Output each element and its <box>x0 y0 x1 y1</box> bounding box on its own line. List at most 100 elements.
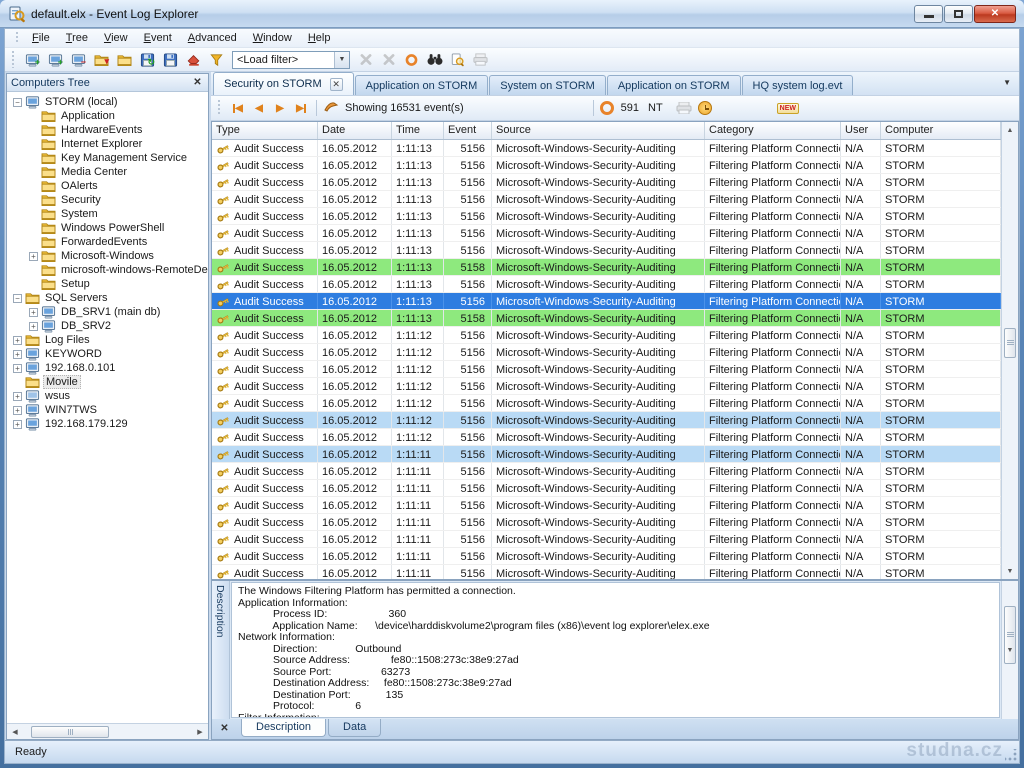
tree-item-forwardedevents[interactable]: ForwardedEvents <box>7 235 208 249</box>
column-header-computer[interactable]: Computer <box>881 122 1001 139</box>
collapse-icon[interactable]: − <box>13 98 22 107</box>
event-row[interactable]: Audit Success16.05.20121:11:135156Micros… <box>212 174 1001 191</box>
minimize-button[interactable] <box>914 5 943 23</box>
scrollbar-thumb[interactable] <box>31 726 109 738</box>
close-description-panel-button[interactable]: ✕ <box>218 722 231 735</box>
printer-icon[interactable] <box>674 98 695 118</box>
view-details-button[interactable] <box>447 50 468 70</box>
tree-item-windows-powershell[interactable]: Windows PowerShell <box>7 221 208 235</box>
description-panel-tab-description[interactable]: Description <box>241 719 326 737</box>
auto-refresh-button[interactable] <box>401 50 422 70</box>
collapse-icon[interactable]: − <box>13 294 22 303</box>
menu-item-event[interactable]: Event <box>136 30 180 46</box>
load-filter-combo[interactable]: <Load filter> ▼ <box>232 51 350 69</box>
event-row[interactable]: Audit Success16.05.20121:11:135158Micros… <box>212 310 1001 327</box>
event-row[interactable]: Audit Success16.05.20121:11:135156Micros… <box>212 293 1001 310</box>
tree-item-192-168-0-101[interactable]: +192.168.0.101 <box>7 361 208 375</box>
tree-item-keyword[interactable]: +KEYWORD <box>7 347 208 361</box>
tab-system-on-storm[interactable]: System on STORM <box>489 75 606 95</box>
scroll-down-icon[interactable]: ▼ <box>1002 563 1018 579</box>
menu-item-help[interactable]: Help <box>300 30 339 46</box>
tree-item-sql-servers[interactable]: −SQL Servers <box>7 291 208 305</box>
remove-all-filters-button[interactable] <box>378 50 399 70</box>
event-row[interactable]: Audit Success16.05.20121:11:125156Micros… <box>212 395 1001 412</box>
tree-item-wsus[interactable]: +wsus <box>7 389 208 403</box>
tree-item-setup[interactable]: Setup <box>7 277 208 291</box>
close-tree-panel-button[interactable]: ✕ <box>191 76 204 89</box>
tree-item-microsoft-windows-remotedesktop[interactable]: microsoft-windows-RemoteDesktop <box>7 263 208 277</box>
menu-item-advanced[interactable]: Advanced <box>180 30 245 46</box>
event-row[interactable]: Audit Success16.05.20121:11:115156Micros… <box>212 565 1001 579</box>
disconnect-computer-button[interactable]: − <box>68 50 89 70</box>
expand-icon[interactable]: + <box>13 420 22 429</box>
tree-horizontal-scrollbar[interactable]: ◀ ▶ <box>7 723 208 739</box>
next-event-button[interactable]: ▶ <box>271 99 289 117</box>
column-header-time[interactable]: Time <box>392 122 444 139</box>
tree-item-movile[interactable]: Movile <box>7 375 208 389</box>
tree-item-storm-local-[interactable]: −STORM (local) <box>7 95 208 109</box>
event-row[interactable]: Audit Success16.05.20121:11:115156Micros… <box>212 531 1001 548</box>
grid-vertical-scrollbar[interactable]: ▲ ▼ <box>1001 122 1018 579</box>
tree-item-log-files[interactable]: +Log Files <box>7 333 208 347</box>
event-row[interactable]: Audit Success16.05.20121:11:115156Micros… <box>212 548 1001 565</box>
tree-item-db-srv1-main-db-[interactable]: +DB_SRV1 (main db) <box>7 305 208 319</box>
nt-mode-label[interactable]: NT <box>648 102 663 114</box>
tree-item-192-168-179-129[interactable]: +192.168.179.129 <box>7 417 208 431</box>
description-vertical-scrollbar[interactable]: ▲ ▼ <box>1001 581 1018 719</box>
tab-overflow-icon[interactable]: ▼ <box>1003 78 1011 87</box>
event-row[interactable]: Audit Success16.05.20121:11:135156Micros… <box>212 191 1001 208</box>
find-button[interactable] <box>424 50 445 70</box>
last-event-button[interactable]: ▶ <box>292 99 310 117</box>
print-button[interactable] <box>470 50 491 70</box>
remove-filter-button[interactable] <box>355 50 376 70</box>
chevron-down-icon[interactable]: ▼ <box>334 52 349 68</box>
event-row[interactable]: Audit Success16.05.20121:11:135156Micros… <box>212 140 1001 157</box>
filter-button[interactable] <box>206 50 227 70</box>
expand-icon[interactable]: + <box>13 336 22 345</box>
event-row[interactable]: Audit Success16.05.20121:11:115156Micros… <box>212 463 1001 480</box>
column-header-source[interactable]: Source <box>492 122 705 139</box>
column-header-user[interactable]: User <box>841 122 881 139</box>
expand-icon[interactable]: + <box>13 364 22 373</box>
scroll-right-icon[interactable]: ▶ <box>192 724 208 739</box>
expand-icon[interactable]: + <box>13 406 22 415</box>
event-row[interactable]: Audit Success16.05.20121:11:135158Micros… <box>212 259 1001 276</box>
save-log-button[interactable] <box>160 50 181 70</box>
tree-item-application[interactable]: Application <box>7 109 208 123</box>
tree-item-key-management-service[interactable]: Key Management Service <box>7 151 208 165</box>
event-row[interactable]: Audit Success16.05.20121:11:125156Micros… <box>212 412 1001 429</box>
open-folder-button[interactable] <box>114 50 135 70</box>
event-row[interactable]: Audit Success16.05.20121:11:135156Micros… <box>212 242 1001 259</box>
tree-item-microsoft-windows[interactable]: +Microsoft-Windows <box>7 249 208 263</box>
tree-item-system[interactable]: System <box>7 207 208 221</box>
expand-icon[interactable]: + <box>29 252 38 261</box>
menu-item-tree[interactable]: Tree <box>58 30 96 46</box>
refresh-log-button[interactable]: ↻ <box>137 50 158 70</box>
expand-icon[interactable]: + <box>13 350 22 359</box>
tree-item-win7tws[interactable]: +WIN7TWS <box>7 403 208 417</box>
open-log-file-button[interactable]: ▾ <box>91 50 112 70</box>
tab-application-on-storm[interactable]: Application on STORM <box>355 75 489 95</box>
column-header-event[interactable]: Event <box>444 122 492 139</box>
event-row[interactable]: Audit Success16.05.20121:11:115156Micros… <box>212 480 1001 497</box>
resize-grip[interactable] <box>1005 749 1017 761</box>
event-row[interactable]: Audit Success16.05.20121:11:135156Micros… <box>212 276 1001 293</box>
expand-icon[interactable]: + <box>29 322 38 331</box>
event-row[interactable]: Audit Success16.05.20121:11:135156Micros… <box>212 157 1001 174</box>
title-bar[interactable]: default.elx - Event Log Explorer ✕ <box>0 0 1024 28</box>
menu-item-view[interactable]: View <box>96 30 136 46</box>
tree-item-internet-explorer[interactable]: Internet Explorer <box>7 137 208 151</box>
add-computer-button[interactable]: + <box>22 50 43 70</box>
event-row[interactable]: Audit Success16.05.20121:11:125156Micros… <box>212 327 1001 344</box>
event-row[interactable]: Audit Success16.05.20121:11:115156Micros… <box>212 446 1001 463</box>
tree-item-hardwareevents[interactable]: HardwareEvents <box>7 123 208 137</box>
event-row[interactable]: Audit Success16.05.20121:11:115156Micros… <box>212 497 1001 514</box>
expand-icon[interactable]: + <box>29 308 38 317</box>
connect-computer-button[interactable]: + <box>45 50 66 70</box>
tree-item-security[interactable]: Security <box>7 193 208 207</box>
previous-event-button[interactable]: ◀ <box>250 99 268 117</box>
menu-item-file[interactable]: File <box>24 30 58 46</box>
menu-item-window[interactable]: Window <box>245 30 300 46</box>
event-row[interactable]: Audit Success16.05.20121:11:135156Micros… <box>212 208 1001 225</box>
event-row[interactable]: Audit Success16.05.20121:11:125156Micros… <box>212 361 1001 378</box>
